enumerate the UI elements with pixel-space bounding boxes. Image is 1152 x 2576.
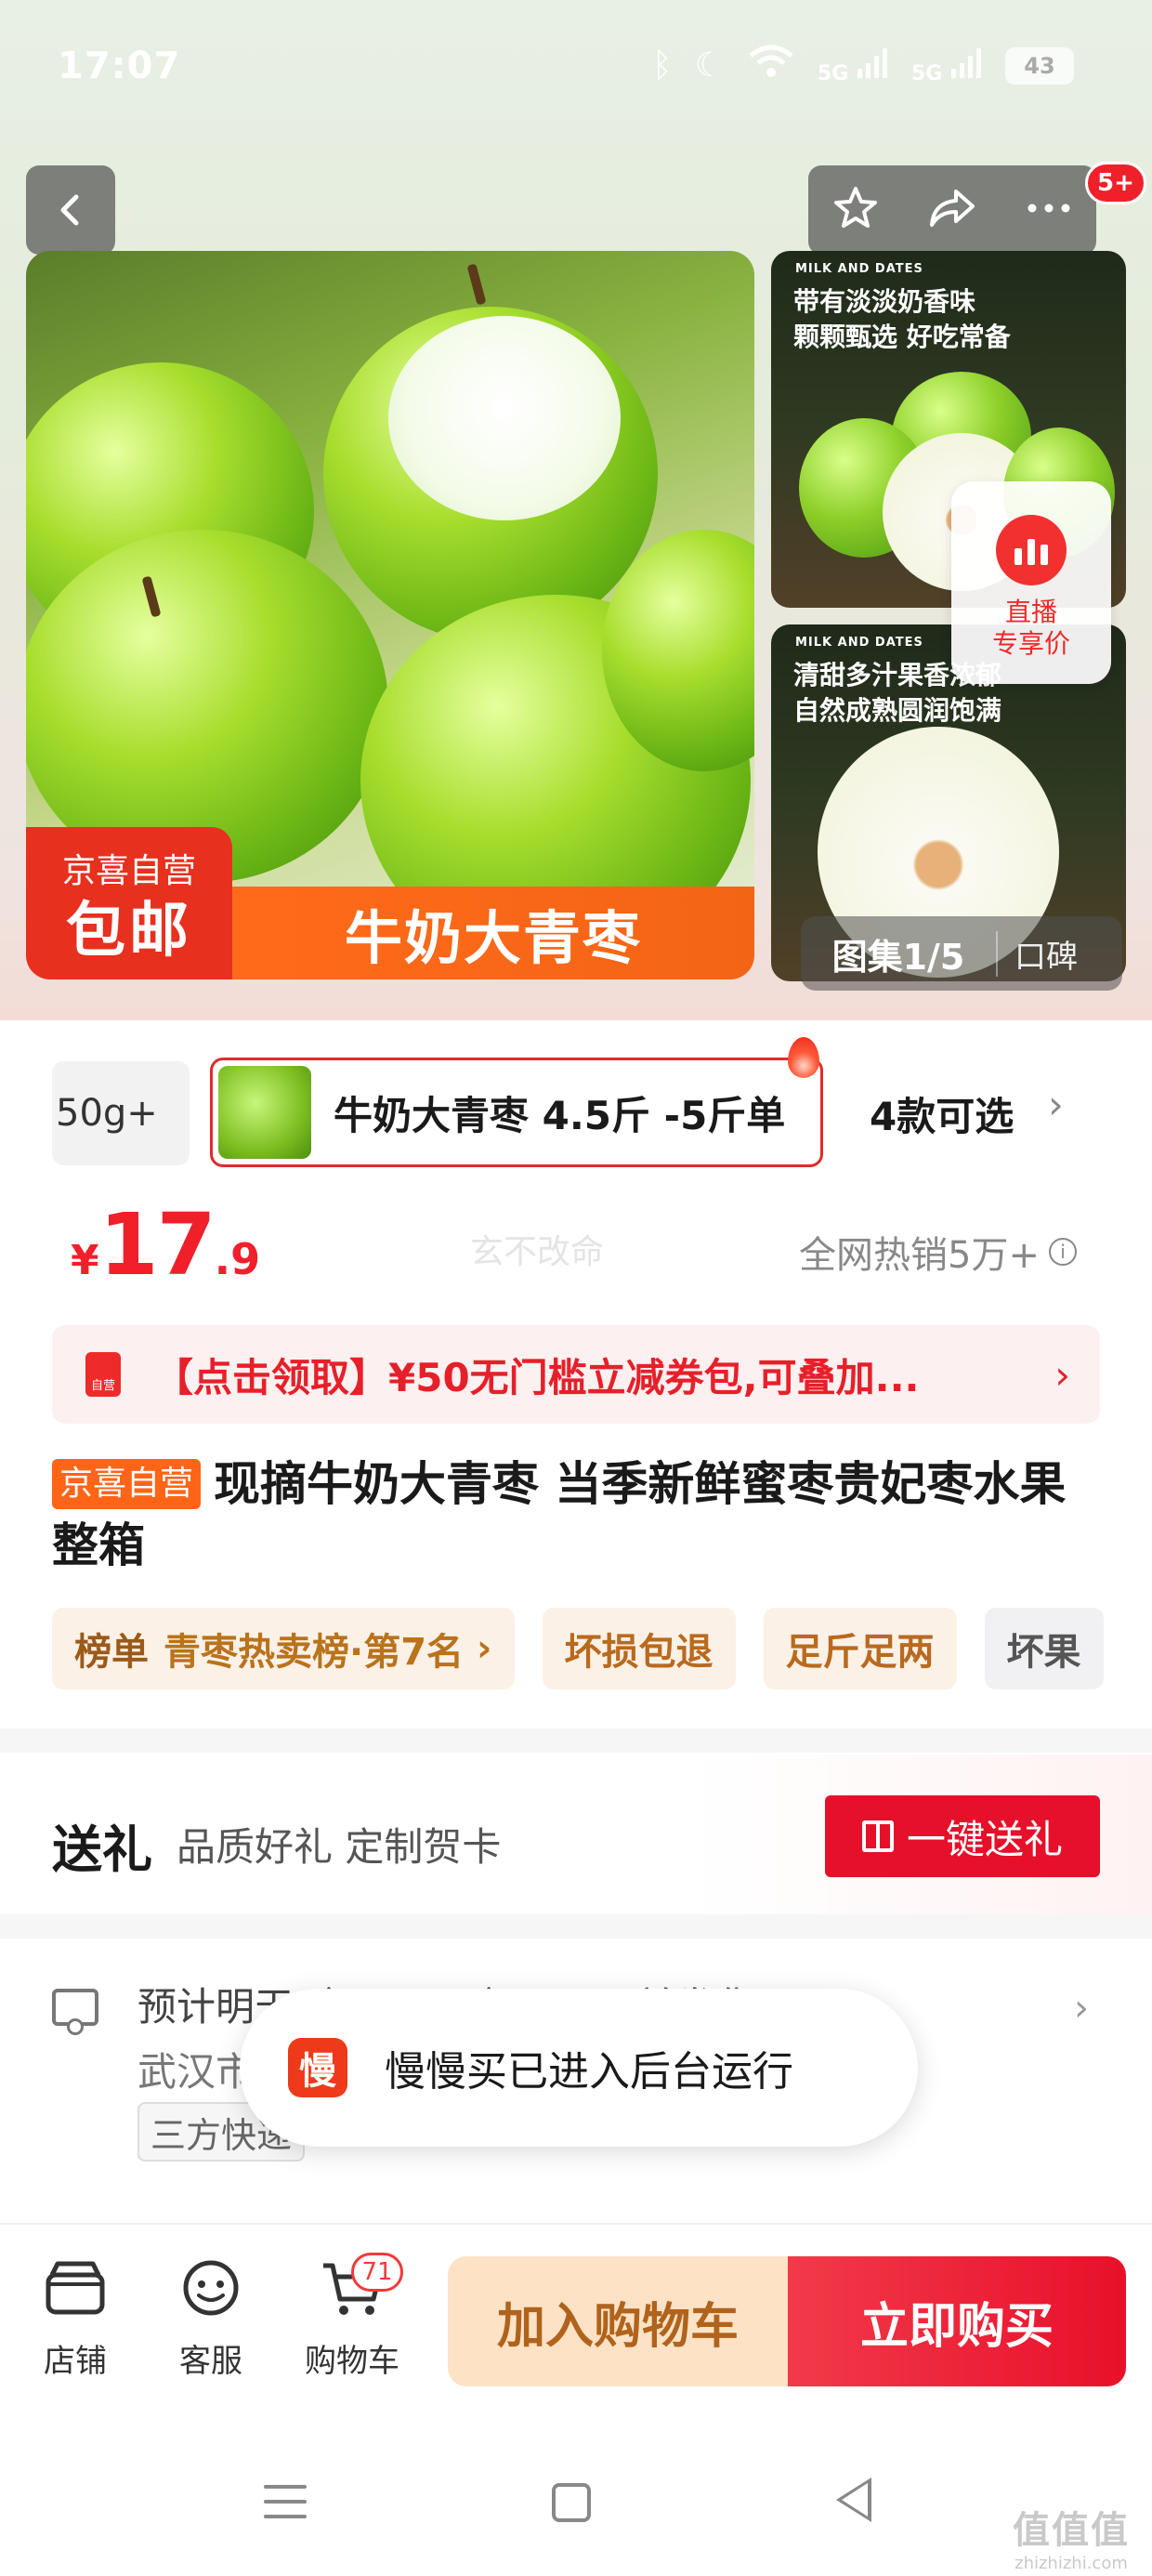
rank-tag[interactable]: 榜单 青枣热卖榜·第7名 › (52, 1608, 515, 1689)
chevron-right-icon: › (1054, 1351, 1070, 1398)
truck-icon (52, 1989, 98, 2035)
sku-thumbnail (218, 1066, 311, 1159)
send-gift-button[interactable]: 一键送礼 (825, 1795, 1100, 1877)
section-divider (0, 1728, 1152, 1753)
signal-icon: 5G (818, 46, 889, 85)
chevron-right-icon: › (1074, 1987, 1089, 2030)
service-tags: 榜单 青枣热卖榜·第7名 › 坏损包退 足斤足两 坏果 (52, 1608, 1104, 1689)
live-exclusive-price[interactable]: 直播 专享价 (951, 481, 1111, 684)
watermark-text: 玄不改命 (470, 1233, 605, 1271)
more-icon[interactable] (1025, 201, 1073, 219)
product-detail-page: 17:07 ᛒ ☾ 5G 5G 43 5+ 京喜自营 包邮 牛奶大青枣 MILK… (0, 0, 1152, 2576)
gift-section: 送礼 品质好礼 定制贺卡 一键送礼 (0, 1755, 1152, 1914)
chevron-left-icon (60, 194, 79, 226)
sku-option-selected[interactable]: 牛奶大青枣 4.5斤 -5斤单 (210, 1058, 823, 1167)
sku-selector: 50g+ 牛奶大青枣 4.5斤 -5斤单 4款可选 › (0, 1020, 1152, 1167)
battery-icon: 43 (1005, 46, 1074, 85)
live-icon (996, 515, 1067, 585)
chevron-right-icon: › (477, 1627, 492, 1670)
site-watermark: 值值值 zhizhizhi.com (1013, 2509, 1130, 2573)
service-tag-bad-fruit[interactable]: 坏果 (984, 1608, 1104, 1689)
top-actions (808, 165, 1096, 255)
wifi-icon (747, 43, 795, 88)
sku-more-options[interactable]: 4款可选 (870, 1085, 1014, 1142)
menu-icon[interactable] (264, 2485, 307, 2530)
add-to-cart-button[interactable]: 加入购物车 (448, 2256, 788, 2386)
self-operated-tag: 京喜自营 包邮 (26, 827, 232, 979)
gallery-counter[interactable]: 图集1/5 口碑 (801, 916, 1122, 991)
bottom-action-bar: 店铺 客服 购物车 71 加入购物车 立即购买 (0, 2223, 1152, 2399)
moon-icon: ☾ (694, 46, 725, 85)
info-icon: i (1048, 1238, 1077, 1266)
hot-flame-icon (788, 1037, 819, 1078)
favorite-star-icon[interactable] (831, 184, 880, 236)
back-button[interactable] (26, 165, 115, 255)
home-icon[interactable] (552, 2483, 591, 2522)
shop-button[interactable]: 店铺 (24, 2258, 126, 2381)
stem-shape (466, 263, 487, 306)
smiley-icon (183, 2260, 239, 2316)
bluetooth-icon: ᛒ (652, 46, 673, 85)
chevron-right-icon[interactable]: › (1048, 1082, 1064, 1127)
sku-option-prev[interactable]: 50g+ (52, 1061, 190, 1165)
buy-now-button[interactable]: 立即购买 (788, 2256, 1126, 2386)
coupon-icon: 自营 (85, 1352, 121, 1397)
share-icon[interactable] (926, 184, 978, 236)
service-tag-return[interactable]: 坏损包退 (542, 1608, 736, 1689)
hero-area: 17:07 ᛒ ☾ 5G 5G 43 5+ 京喜自营 包邮 牛奶大青枣 MILK… (0, 0, 1152, 1020)
shop-icon (46, 2261, 105, 2315)
sales-count[interactable]: 全网热销5万+ i (799, 1225, 1077, 1279)
price: ¥17.9 (71, 1195, 261, 1295)
background-toast: 慢 慢慢买已进入后台运行 (240, 1989, 918, 2147)
main-product-image[interactable]: 京喜自营 包邮 牛奶大青枣 (26, 251, 754, 979)
product-title: 京喜自营 现摘牛奶大青枣 当季新鲜蜜枣贵妃枣水果整箱 (52, 1457, 1067, 1572)
cart-count-badge: 71 (351, 2253, 403, 2292)
status-icons: ᛒ ☾ 5G 5G 43 (652, 43, 1074, 88)
customer-service-button[interactable]: 客服 (160, 2258, 262, 2381)
app-icon: 慢 (288, 2038, 347, 2097)
section-divider (0, 1914, 1152, 1939)
self-operated-badge: 京喜自营 (52, 1459, 202, 1509)
bite-shape (388, 316, 621, 520)
gift-icon (861, 1820, 894, 1852)
service-tag-weight[interactable]: 足斤足两 (763, 1608, 957, 1689)
system-nav-bar (0, 2435, 1152, 2576)
coupon-banner[interactable]: 自营 【点击领取】¥50无门槛立减券包,可叠加... › (52, 1325, 1100, 1424)
status-time: 17:07 (58, 45, 181, 87)
back-triangle-icon[interactable] (836, 2477, 871, 2522)
message-badge: 5+ (1085, 162, 1146, 204)
product-name-banner: 牛奶大青枣 (232, 887, 754, 979)
signal-icon-2: 5G (911, 46, 983, 85)
